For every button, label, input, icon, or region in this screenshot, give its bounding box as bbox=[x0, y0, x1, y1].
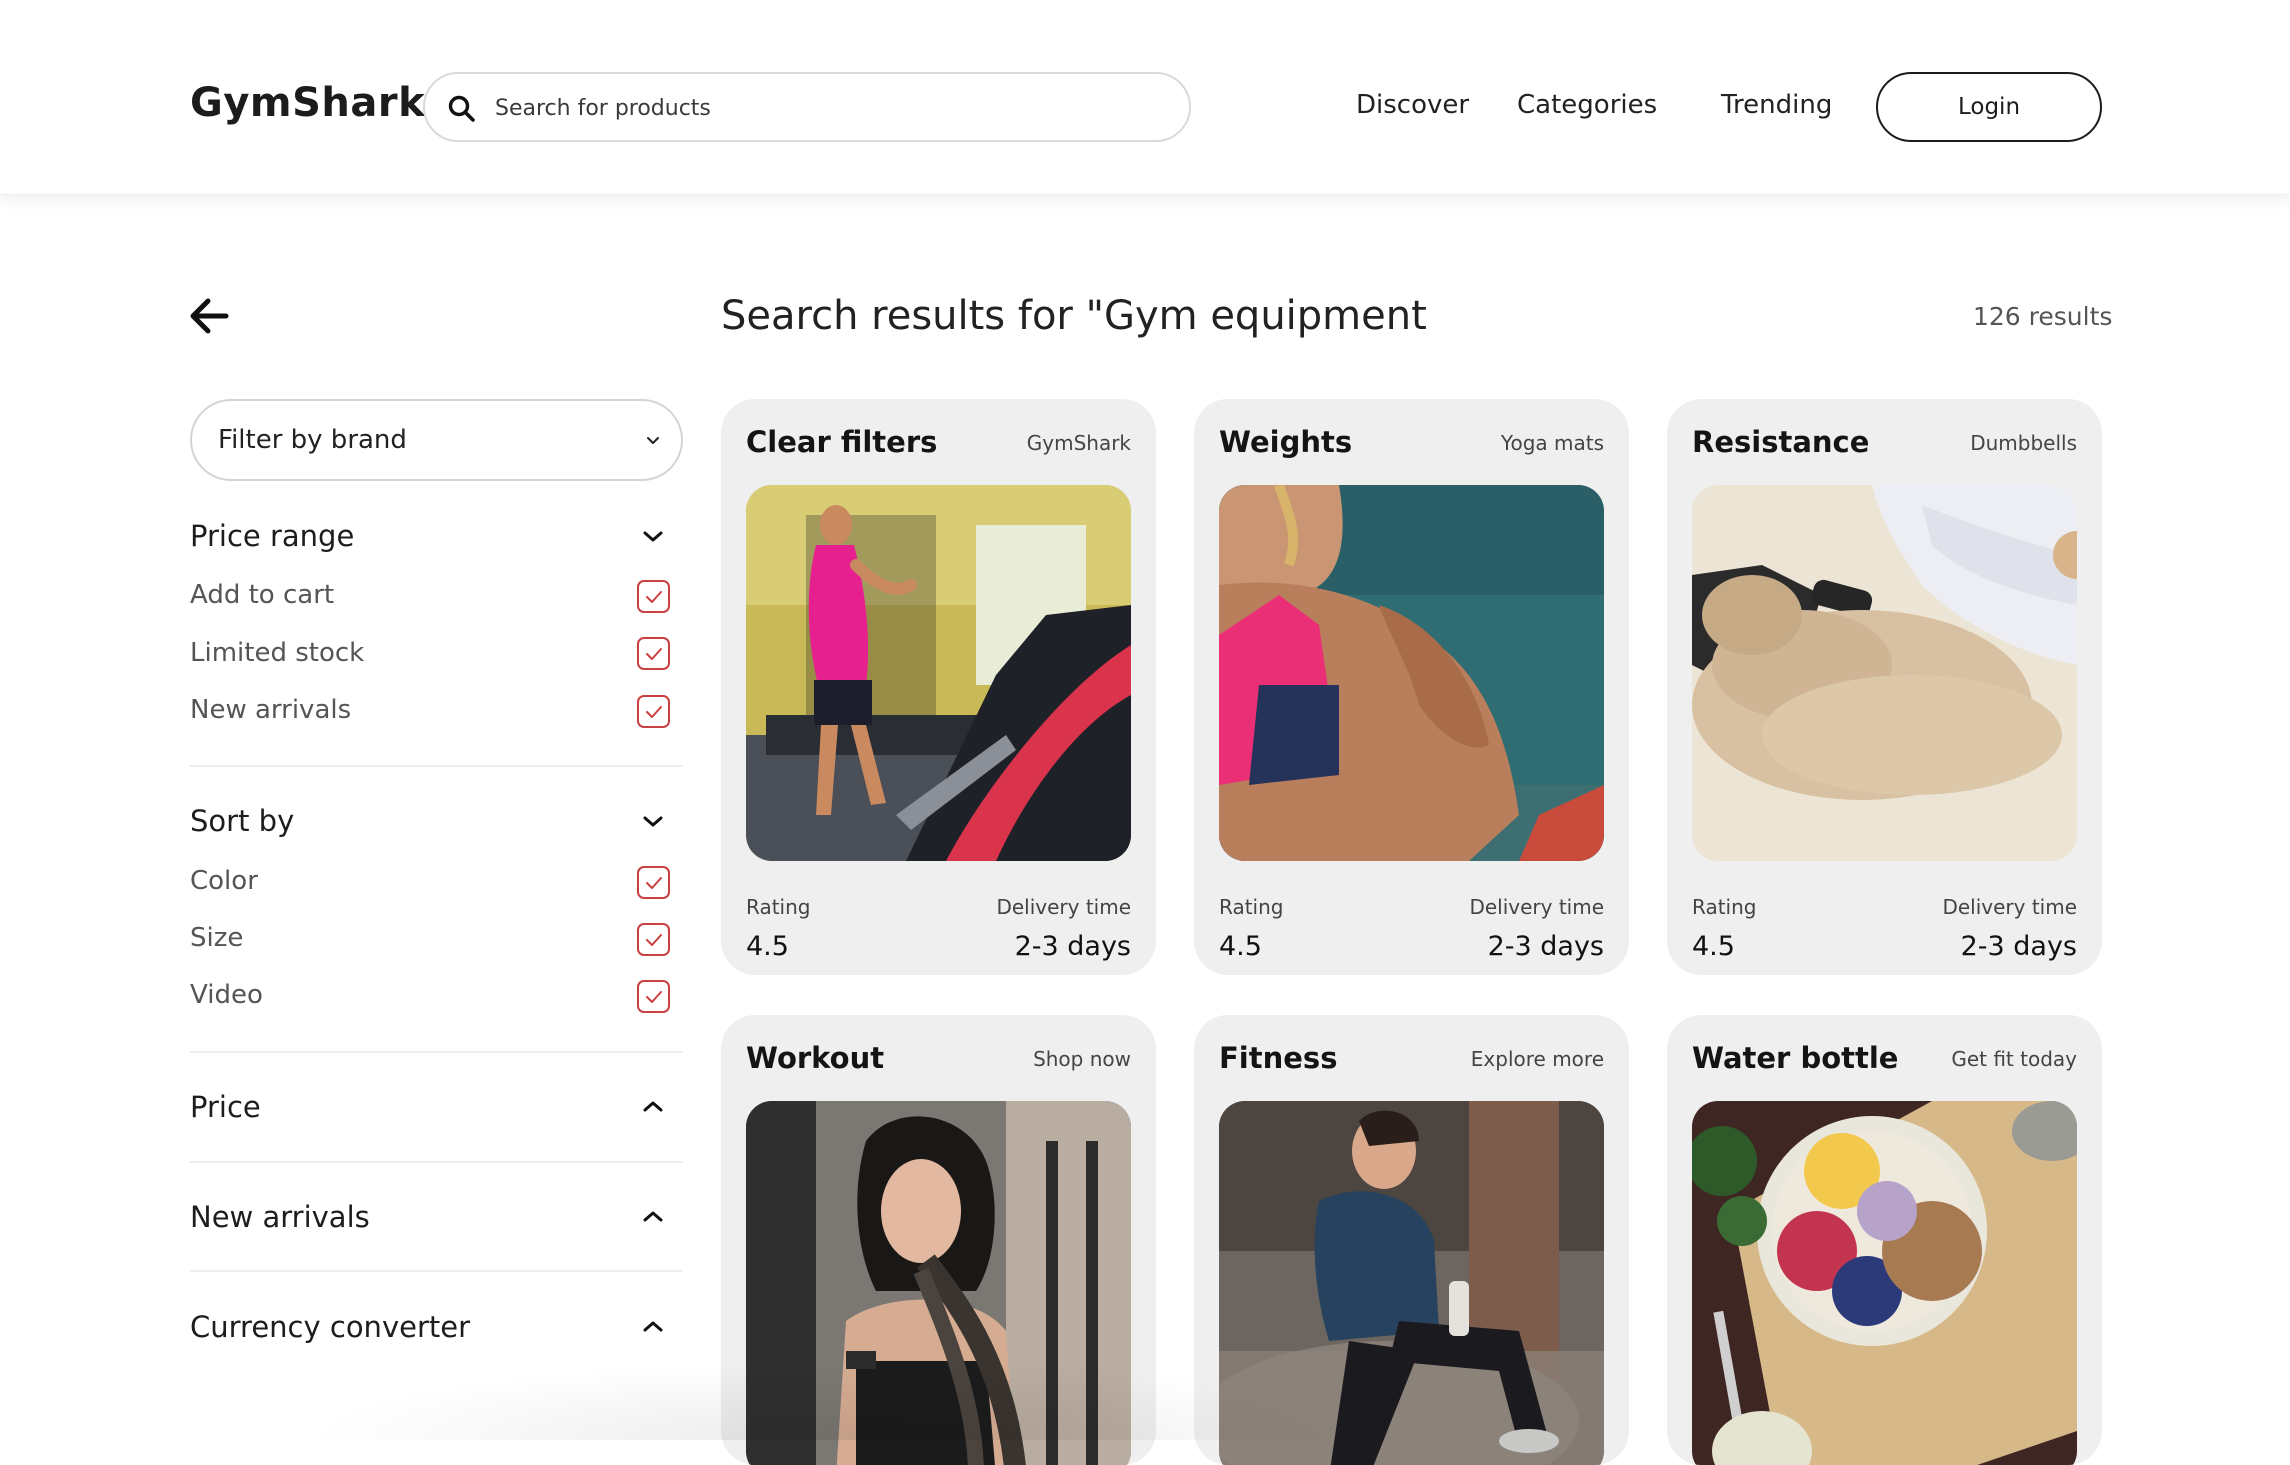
nav-discover[interactable]: Discover bbox=[1356, 90, 1469, 120]
rating-value: 4.5 bbox=[1692, 931, 1735, 962]
brand-logo[interactable]: GymShark bbox=[190, 80, 425, 126]
card-title: Workout bbox=[746, 1041, 885, 1075]
card-image-smoothie-bowl[interactable] bbox=[1692, 1101, 2077, 1465]
divider bbox=[190, 1051, 683, 1053]
delivery-label: Delivery time bbox=[1942, 895, 2077, 919]
results-count: 126 results bbox=[1973, 302, 2113, 331]
filter-section-price[interactable]: Price bbox=[190, 1090, 261, 1124]
chevron-down-icon[interactable] bbox=[640, 813, 666, 831]
rating-label: Rating bbox=[1219, 895, 1284, 919]
product-card[interactable]: Weights Yoga mats Rating 4.5 Delivery ti… bbox=[1194, 399, 1629, 975]
results-title: Search results for "Gym equipment bbox=[721, 293, 1427, 339]
delivery-value: 2-3 days bbox=[1960, 931, 2077, 962]
delivery-value: 2-3 days bbox=[1487, 931, 1604, 962]
card-title: Weights bbox=[1219, 425, 1353, 459]
product-card[interactable]: Clear filters GymShark Rating 4.5 Delive… bbox=[721, 399, 1156, 975]
option-checkbox[interactable] bbox=[637, 580, 670, 613]
search-bar[interactable] bbox=[423, 72, 1191, 142]
card-title: Fitness bbox=[1219, 1041, 1338, 1075]
delivery-value: 2-3 days bbox=[1014, 931, 1131, 962]
brand-filter-label: Filter by brand bbox=[218, 425, 407, 455]
card-subtitle[interactable]: Dumbbells bbox=[1970, 431, 2077, 455]
delivery-label: Delivery time bbox=[1469, 895, 1604, 919]
rating-value: 4.5 bbox=[1219, 931, 1262, 962]
back-arrow-icon[interactable] bbox=[188, 296, 230, 336]
option-label: Limited stock bbox=[190, 638, 365, 668]
product-card[interactable]: Resistance Dumbbells Rating 4.5 Delivery… bbox=[1667, 399, 2102, 975]
card-image-protein-powder[interactable] bbox=[1692, 485, 2077, 861]
rating-label: Rating bbox=[1692, 895, 1757, 919]
option-label: Size bbox=[190, 923, 244, 953]
card-subtitle[interactable]: Get fit today bbox=[1951, 1047, 2077, 1071]
check-icon bbox=[646, 934, 662, 946]
card-title: Resistance bbox=[1692, 425, 1870, 459]
check-icon bbox=[646, 591, 662, 603]
card-image-athlete[interactable] bbox=[1219, 485, 1604, 861]
option-checkbox[interactable] bbox=[637, 637, 670, 670]
filter-section-currency-converter[interactable]: Currency converter bbox=[190, 1310, 470, 1344]
rating-label: Rating bbox=[746, 895, 811, 919]
rating-value: 4.5 bbox=[746, 931, 789, 962]
option-checkbox[interactable] bbox=[637, 980, 670, 1013]
divider bbox=[190, 1270, 683, 1272]
divider bbox=[190, 765, 683, 767]
filter-section-price-range[interactable]: Price range bbox=[190, 519, 354, 553]
option-checkbox[interactable] bbox=[637, 695, 670, 728]
option-label: Add to cart bbox=[190, 580, 335, 610]
chevron-up-icon[interactable] bbox=[640, 1318, 666, 1336]
card-subtitle[interactable]: GymShark bbox=[1027, 431, 1131, 455]
card-subtitle[interactable]: Yoga mats bbox=[1501, 431, 1604, 455]
option-label: Color bbox=[190, 866, 258, 896]
product-card[interactable]: Water bottle Get fit today bbox=[1667, 1015, 2102, 1465]
option-label: New arrivals bbox=[190, 695, 352, 725]
option-checkbox[interactable] bbox=[637, 923, 670, 956]
delivery-label: Delivery time bbox=[996, 895, 1131, 919]
scroll-shadow bbox=[300, 1360, 1400, 1440]
card-title: Water bottle bbox=[1692, 1041, 1899, 1075]
check-icon bbox=[646, 877, 662, 889]
brand-filter-dropdown[interactable]: Filter by brand bbox=[190, 399, 683, 481]
option-checkbox[interactable] bbox=[637, 866, 670, 899]
filter-section-new-arrivals[interactable]: New arrivals bbox=[190, 1200, 370, 1234]
top-header: GymShark Discover Categories Trending Lo… bbox=[0, 0, 2290, 195]
chevron-down-icon bbox=[647, 437, 659, 444]
nav-categories[interactable]: Categories bbox=[1517, 90, 1657, 120]
nav-trending[interactable]: Trending bbox=[1721, 90, 1832, 120]
search-icon bbox=[448, 95, 475, 122]
search-input[interactable] bbox=[495, 88, 1155, 128]
check-icon bbox=[646, 648, 662, 660]
check-icon bbox=[646, 706, 662, 718]
chevron-down-icon[interactable] bbox=[640, 528, 666, 546]
card-image-treadmill[interactable] bbox=[746, 485, 1131, 861]
login-button[interactable]: Login bbox=[1876, 72, 2102, 142]
divider bbox=[190, 1161, 683, 1163]
option-label: Video bbox=[190, 980, 263, 1010]
check-icon bbox=[646, 991, 662, 1003]
chevron-up-icon[interactable] bbox=[640, 1208, 666, 1226]
card-subtitle[interactable]: Shop now bbox=[1033, 1047, 1131, 1071]
card-subtitle[interactable]: Explore more bbox=[1471, 1047, 1604, 1071]
card-title: Clear filters bbox=[746, 425, 938, 459]
filter-section-sort-by[interactable]: Sort by bbox=[190, 804, 294, 838]
chevron-up-icon[interactable] bbox=[640, 1098, 666, 1116]
